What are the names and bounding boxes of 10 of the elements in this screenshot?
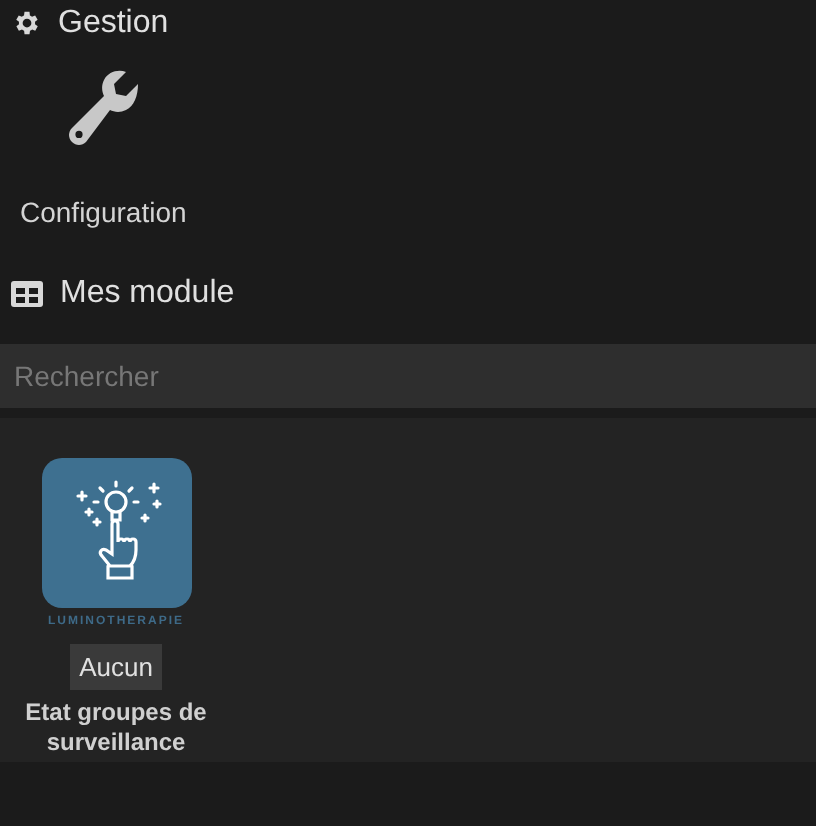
section-title: Gestion	[58, 3, 169, 43]
wrench-icon	[63, 70, 144, 150]
configuration-link[interactable]: Configuration	[20, 192, 187, 234]
module-logo[interactable]	[41, 458, 191, 608]
settings-icon	[12, 8, 42, 38]
search-field[interactable]: Rechercher	[0, 344, 816, 408]
section-title: Mes module	[60, 274, 235, 314]
grid-icon	[10, 280, 44, 308]
module-name: Etat groupes de surveillance	[23, 698, 209, 758]
status-badge: Aucun	[69, 644, 163, 690]
